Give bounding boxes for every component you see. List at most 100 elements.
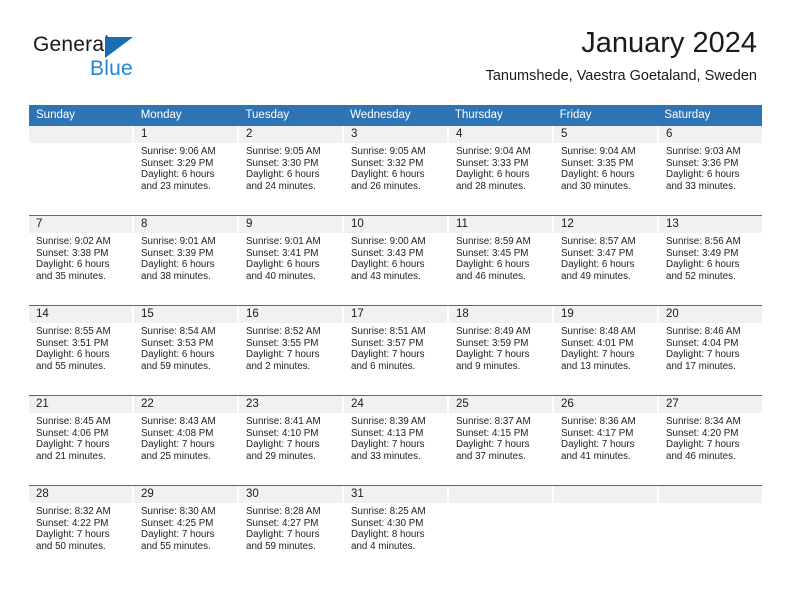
daylight-text-line2: and 43 minutes. (351, 270, 421, 282)
sunrise-text: Sunrise: 8:52 AM (246, 326, 321, 337)
day-cell[interactable]: 20 Sunrise: 8:46 AM Sunset: 4:04 PM Dayligh… (659, 306, 762, 395)
daylight-text-line1: Daylight: 6 hours (141, 259, 215, 271)
day-cell[interactable]: 8 Sunrise: 9:01 AM Sunset: 3:39 PM Daylight… (134, 216, 239, 305)
daylight-text-line1: Daylight: 6 hours (141, 349, 215, 361)
week-cells: 14 Sunrise: 8:55 AM Sunset: 3:51 PM Dayligh… (29, 306, 762, 395)
sunrise-text: Sunrise: 8:37 AM (456, 416, 531, 427)
day-number: 4 (449, 126, 552, 143)
day-details: Sunrise: 9:04 AM Sunset: 3:33 PM Daylight:… (449, 143, 552, 192)
day-cell[interactable]: 2 Sunrise: 9:05 AM Sunset: 3:30 PM Daylight… (239, 126, 344, 215)
day-details: Sunrise: 8:36 AM Sunset: 4:17 PM Daylight:… (554, 413, 657, 462)
daylight-text-line2: and 24 minutes. (246, 180, 316, 192)
sunrise-text: Sunrise: 8:32 AM (36, 506, 111, 517)
calendar-week-row: 21 Sunrise: 8:45 AM Sunset: 4:06 PM Dayligh… (29, 395, 762, 485)
sunrise-text: Sunrise: 8:59 AM (456, 236, 531, 247)
day-number: 8 (134, 216, 237, 233)
day-number: 12 (554, 216, 657, 233)
calendar-grid: Sunday Monday Tuesday Wednesday Thursday Frid… (29, 105, 762, 575)
brand-name-primary: General (33, 33, 110, 56)
sunset-text: Sunset: 3:47 PM (561, 247, 634, 259)
daylight-text-line1: Daylight: 6 hours (666, 259, 740, 271)
day-details: Sunrise: 8:54 AM Sunset: 3:53 PM Daylight:… (134, 323, 237, 372)
week-cells: 7 Sunrise: 9:02 AM Sunset: 3:38 PM Daylight… (29, 216, 762, 305)
daylight-text-line2: and 30 minutes. (561, 180, 631, 192)
day-cell[interactable]: 15 Sunrise: 8:54 AM Sunset: 3:53 PM Dayligh… (134, 306, 239, 395)
daylight-text-line2: and 37 minutes. (456, 450, 526, 462)
sunrise-text: Sunrise: 8:28 AM (246, 506, 321, 517)
day-number: 2 (239, 126, 342, 143)
day-details: Sunrise: 8:28 AM Sunset: 4:27 PM Daylight:… (239, 503, 342, 552)
day-cell[interactable]: 5 Sunrise: 9:04 AM Sunset: 3:35 PM Daylight… (554, 126, 659, 215)
day-cell[interactable]: 3 Sunrise: 9:05 AM Sunset: 3:32 PM Daylight… (344, 126, 449, 215)
weekday-header-thursday: Thursday (454, 109, 503, 121)
day-cell[interactable]: 21 Sunrise: 8:45 AM Sunset: 4:06 PM Dayligh… (29, 396, 134, 485)
day-number: 17 (344, 306, 447, 323)
sunrise-text: Sunrise: 8:49 AM (456, 326, 531, 337)
day-cell[interactable]: 6 Sunrise: 9:03 AM Sunset: 3:36 PM Daylight… (659, 126, 762, 215)
day-cell[interactable]: 26 Sunrise: 8:36 AM Sunset: 4:17 PM Dayligh… (554, 396, 659, 485)
day-number: 22 (134, 396, 237, 413)
daylight-text-line2: and 23 minutes. (141, 180, 211, 192)
day-cell[interactable]: 24 Sunrise: 8:39 AM Sunset: 4:13 PM Dayligh… (344, 396, 449, 485)
day-cell[interactable]: 13 Sunrise: 8:56 AM Sunset: 3:49 PM Dayligh… (659, 216, 762, 305)
daylight-text-line2: and 35 minutes. (36, 270, 106, 282)
day-cell[interactable]: 1 Sunrise: 9:06 AM Sunset: 3:29 PM Daylight… (134, 126, 239, 215)
brand-logo: General Blue (33, 33, 233, 85)
day-cell[interactable]: 28 Sunrise: 8:32 AM Sunset: 4:22 PM Dayligh… (29, 486, 134, 575)
day-cell[interactable]: 18 Sunrise: 8:49 AM Sunset: 3:59 PM Dayligh… (449, 306, 554, 395)
calendar-week-row: 1 Sunrise: 9:06 AM Sunset: 3:29 PM Daylight… (29, 126, 762, 215)
daylight-text-line1: Daylight: 6 hours (351, 169, 425, 181)
day-number: 1 (134, 126, 237, 143)
sunrise-text: Sunrise: 8:46 AM (666, 326, 741, 337)
weekday-header-tuesday: Tuesday (245, 109, 290, 121)
weekday-header-row: Sunday Monday Tuesday Wednesday Thursday Frid… (29, 105, 762, 126)
daylight-text-line2: and 46 minutes. (666, 450, 736, 462)
daylight-text-line1: Daylight: 7 hours (246, 349, 320, 361)
day-cell[interactable]: 11 Sunrise: 8:59 AM Sunset: 3:45 PM Dayligh… (449, 216, 554, 305)
sunset-text: Sunset: 3:57 PM (351, 337, 424, 349)
day-cell[interactable]: 14 Sunrise: 8:55 AM Sunset: 3:51 PM Dayligh… (29, 306, 134, 395)
sunset-text: Sunset: 3:39 PM (141, 247, 214, 259)
daylight-text-line2: and 33 minutes. (351, 450, 421, 462)
day-cell[interactable]: 23 Sunrise: 8:41 AM Sunset: 4:10 PM Dayligh… (239, 396, 344, 485)
day-cell[interactable]: 29 Sunrise: 8:30 AM Sunset: 4:25 PM Dayligh… (134, 486, 239, 575)
daylight-text-line2: and 13 minutes. (561, 360, 631, 372)
sunrise-text: Sunrise: 8:30 AM (141, 506, 216, 517)
week-cells: 1 Sunrise: 9:06 AM Sunset: 3:29 PM Daylight… (29, 126, 762, 215)
day-details: Sunrise: 9:01 AM Sunset: 3:39 PM Daylight:… (134, 233, 237, 282)
day-cell[interactable]: 22 Sunrise: 8:43 AM Sunset: 4:08 PM Dayligh… (134, 396, 239, 485)
day-number: 20 (659, 306, 762, 323)
weekday-header-saturday: Saturday (664, 109, 711, 121)
day-cell[interactable]: 31 Sunrise: 8:25 AM Sunset: 4:30 PM Dayligh… (344, 486, 449, 575)
day-cell[interactable]: 17 Sunrise: 8:51 AM Sunset: 3:57 PM Dayligh… (344, 306, 449, 395)
daylight-text-line2: and 21 minutes. (36, 450, 106, 462)
daylight-text-line2: and 28 minutes. (456, 180, 526, 192)
day-cell[interactable]: 30 Sunrise: 8:28 AM Sunset: 4:27 PM Dayligh… (239, 486, 344, 575)
day-cell[interactable]: 25 Sunrise: 8:37 AM Sunset: 4:15 PM Dayligh… (449, 396, 554, 485)
brand-name-secondary: Blue (90, 57, 133, 80)
day-cell[interactable]: 12 Sunrise: 8:57 AM Sunset: 3:47 PM Dayligh… (554, 216, 659, 305)
sunrise-text: Sunrise: 8:51 AM (351, 326, 426, 337)
day-cell[interactable]: 19 Sunrise: 8:48 AM Sunset: 4:01 PM Dayligh… (554, 306, 659, 395)
daylight-text-line1: Daylight: 6 hours (666, 169, 740, 181)
day-number: 10 (344, 216, 447, 233)
day-details: Sunrise: 8:43 AM Sunset: 4:08 PM Daylight:… (134, 413, 237, 462)
day-details: Sunrise: 8:32 AM Sunset: 4:22 PM Daylight:… (29, 503, 132, 552)
day-details: Sunrise: 8:59 AM Sunset: 3:45 PM Daylight:… (449, 233, 552, 282)
day-cell[interactable]: 7 Sunrise: 9:02 AM Sunset: 3:38 PM Daylight… (29, 216, 134, 305)
day-number: 23 (239, 396, 342, 413)
daylight-text-line2: and 38 minutes. (141, 270, 211, 282)
day-cell[interactable]: 16 Sunrise: 8:52 AM Sunset: 3:55 PM Dayligh… (239, 306, 344, 395)
daylight-text-line2: and 4 minutes. (351, 540, 416, 552)
day-details: Sunrise: 8:41 AM Sunset: 4:10 PM Daylight:… (239, 413, 342, 462)
sunset-text: Sunset: 3:30 PM (246, 157, 319, 169)
day-number: 11 (449, 216, 552, 233)
sunset-text: Sunset: 3:59 PM (456, 337, 529, 349)
sunset-text: Sunset: 4:13 PM (351, 427, 424, 439)
day-cell[interactable]: 10 Sunrise: 9:00 AM Sunset: 3:43 PM Dayligh… (344, 216, 449, 305)
day-cell[interactable]: 4 Sunrise: 9:04 AM Sunset: 3:33 PM Daylight… (449, 126, 554, 215)
day-details: Sunrise: 8:46 AM Sunset: 4:04 PM Daylight:… (659, 323, 762, 372)
daylight-text-line1: Daylight: 6 hours (36, 259, 110, 271)
day-cell[interactable]: 9 Sunrise: 9:01 AM Sunset: 3:41 PM Daylight… (239, 216, 344, 305)
day-cell[interactable]: 27 Sunrise: 8:34 AM Sunset: 4:20 PM Dayligh… (659, 396, 762, 485)
